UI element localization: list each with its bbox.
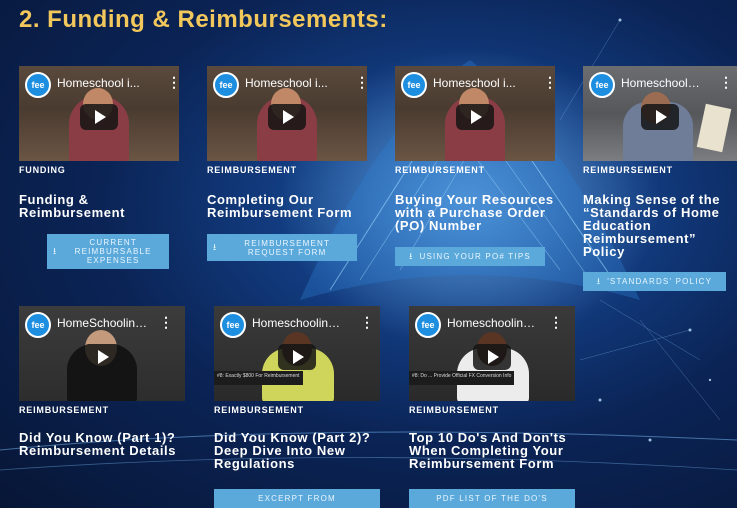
fee-logo: fee xyxy=(589,72,615,98)
video-card: fee Homeschool i... ⋮ REIMBURSEMENT Comp… xyxy=(207,66,367,219)
card-title: Making Sense of the “Standards of Home E… xyxy=(583,192,721,259)
kebab-menu-icon[interactable]: ⋮ xyxy=(360,314,374,331)
card-title: Did You Know (Part 1)? Reimbursement Det… xyxy=(19,430,177,458)
video-lower-third: #8: Do ... Provide Official FX Conversio… xyxy=(409,371,515,385)
video-card: fee HomeSchooling... ⋮ REIMBURSEMENT Did… xyxy=(19,306,185,457)
fee-logo: fee xyxy=(25,72,51,98)
fee-logo: fee xyxy=(401,72,427,98)
video-title[interactable]: Homeschool i... xyxy=(57,76,147,90)
video-card: fee Homeschool i... ⋮ FUNDING Funding & … xyxy=(19,66,179,219)
card-category: REIMBURSEMENT xyxy=(583,165,673,175)
video-title[interactable]: HomeSchooling... xyxy=(57,316,149,330)
pdf-list-of-the-dos-button[interactable]: PDF LIST OF THE DO'S xyxy=(409,489,575,508)
reimbursement-request-form-button[interactable]: ⭳ REIMBURSEMENT REQUEST FORM xyxy=(207,234,357,261)
play-icon[interactable] xyxy=(641,103,679,130)
video-thumbnail[interactable]: fee HomeSchooling... ⋮ xyxy=(19,306,185,401)
video-thumbnail[interactable]: fee Homeschool i... ⋮ xyxy=(583,66,737,161)
play-icon[interactable] xyxy=(268,103,306,130)
card-title: Buying Your Resources with a Purchase Or… xyxy=(395,192,554,233)
card-title: Completing Our Reimbursement Form xyxy=(207,192,353,220)
card-category: REIMBURSEMENT xyxy=(214,405,304,415)
kebab-menu-icon[interactable]: ⋮ xyxy=(549,314,563,331)
card-title: Top 10 Do's And Don'ts When Completing Y… xyxy=(409,430,567,471)
video-title[interactable]: Homeschool i... xyxy=(621,76,703,90)
fee-logo: fee xyxy=(415,312,441,338)
fee-logo: fee xyxy=(25,312,51,338)
current-reimbursable-expenses-button[interactable]: ⭳ CURRENT REIMBURSABLE EXPENSES xyxy=(47,234,169,269)
video-title[interactable]: Homeschooling ... xyxy=(252,316,344,330)
video-card: fee Homeschool i... ⋮ REIMBURSEMENT Buyi… xyxy=(395,66,555,232)
standards-policy-button[interactable]: ⭳ 'STANDARDS' POLICY xyxy=(583,272,726,291)
card-category: FUNDING xyxy=(19,165,66,175)
card-title: Did You Know (Part 2)? Deep Dive Into Ne… xyxy=(214,430,371,471)
card-category: REIMBURSEMENT xyxy=(207,165,297,175)
video-card: fee Homeschooling ... ⋮ #8: Exactly $800… xyxy=(214,306,380,470)
kebab-menu-icon[interactable]: ⋮ xyxy=(159,314,173,331)
video-lower-third: #8: Exactly $800 For Reimbursement xyxy=(214,371,303,385)
video-thumbnail[interactable]: fee Homeschool i... ⋮ xyxy=(19,66,179,161)
card-title: Funding & Reimbursement xyxy=(19,192,126,220)
section-title: 2. Funding & Reimbursements: xyxy=(19,6,388,33)
video-thumbnail[interactable]: fee Homeschool i... ⋮ xyxy=(395,66,555,161)
download-icon: ⭳ xyxy=(213,242,218,252)
download-icon: ⭳ xyxy=(596,276,602,286)
card-category: REIMBURSEMENT xyxy=(409,405,499,415)
play-icon[interactable] xyxy=(83,343,121,370)
download-icon: ⭳ xyxy=(53,246,58,256)
using-your-po-tips-button[interactable]: ⭳ USING YOUR PO# TIPS xyxy=(395,247,545,266)
play-icon[interactable] xyxy=(473,343,511,370)
kebab-menu-icon[interactable]: ⋮ xyxy=(719,74,733,91)
video-title[interactable]: Homeschooling ... xyxy=(447,316,539,330)
play-icon[interactable] xyxy=(80,103,118,130)
fee-logo: fee xyxy=(220,312,246,338)
video-title[interactable]: Homeschool i... xyxy=(245,76,335,90)
kebab-menu-icon[interactable]: ⋮ xyxy=(167,74,179,91)
video-card: fee Homeschool i... ⋮ REIMBURSEMENT Maki… xyxy=(583,66,737,258)
kebab-menu-icon[interactable]: ⋮ xyxy=(543,74,555,91)
download-icon: ⭳ xyxy=(409,251,414,261)
fee-logo: fee xyxy=(213,72,239,98)
card-category: REIMBURSEMENT xyxy=(395,165,485,175)
video-card: fee Homeschooling ... ⋮ #8: Do ... Provi… xyxy=(409,306,575,470)
video-thumbnail[interactable]: fee Homeschool i... ⋮ xyxy=(207,66,367,161)
card-category: REIMBURSEMENT xyxy=(19,405,109,415)
kebab-menu-icon[interactable]: ⋮ xyxy=(355,74,367,91)
play-icon[interactable] xyxy=(456,103,494,130)
play-icon[interactable] xyxy=(278,343,316,370)
video-title[interactable]: Homeschool i... xyxy=(433,76,523,90)
excerpt-from-button[interactable]: EXCERPT FROM xyxy=(214,489,380,508)
video-thumbnail[interactable]: fee Homeschooling ... ⋮ #8: Exactly $800… xyxy=(214,306,380,401)
video-thumbnail[interactable]: fee Homeschooling ... ⋮ #8: Do ... Provi… xyxy=(409,306,575,401)
